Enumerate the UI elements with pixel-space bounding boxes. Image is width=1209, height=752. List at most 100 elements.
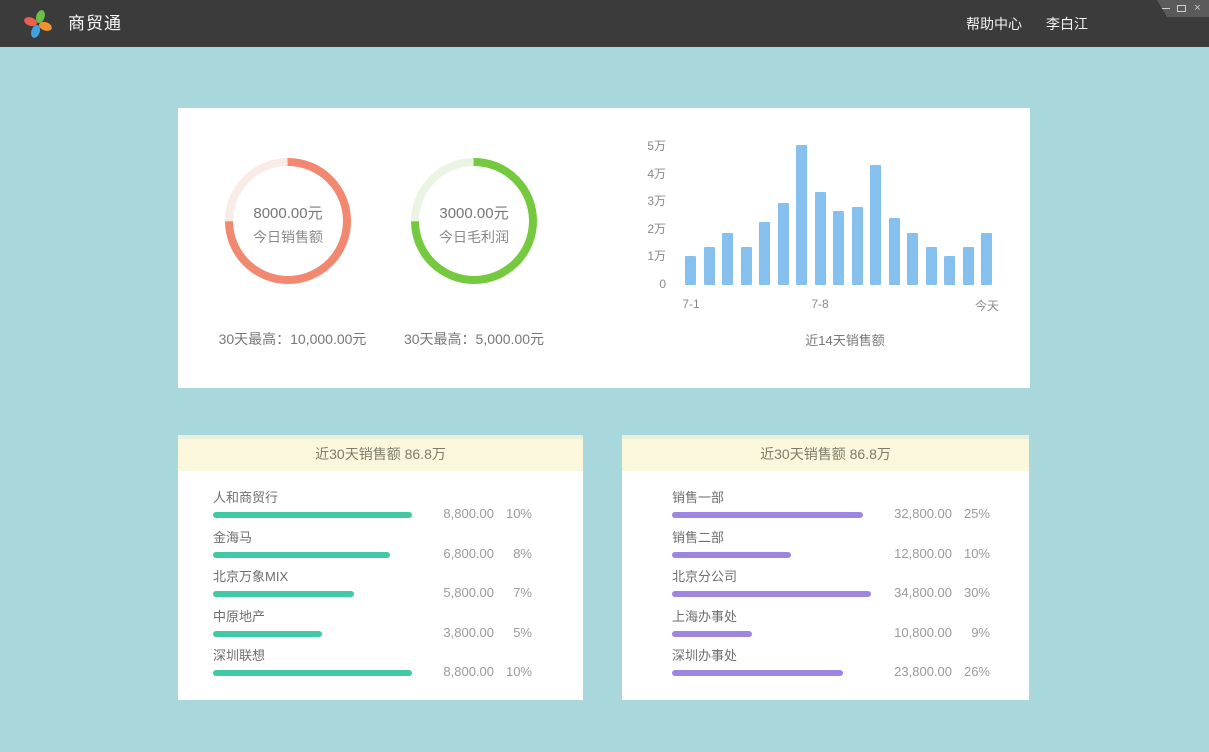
ranking-row: 上海办事处10,800.009% — [672, 609, 990, 649]
y-axis-tick: 0 — [638, 277, 666, 291]
ranking-row-percent: 25% — [952, 506, 990, 521]
ranking-row-label: 人和商贸行 — [213, 490, 532, 506]
user-name-link[interactable]: 李白江 — [1046, 14, 1088, 34]
close-icon[interactable]: × — [1193, 4, 1202, 13]
y-axis-tick: 3万 — [638, 194, 666, 208]
daily-sales-bar — [963, 247, 974, 286]
ranking-row-values: 8,800.0010% — [420, 664, 532, 679]
titlebar-nav: 帮助中心 李白江 — [966, 0, 1088, 47]
ranking-row-percent: 10% — [494, 506, 532, 521]
daily-sales-bar — [926, 247, 937, 286]
ranking-row-amount: 34,800.00 — [878, 585, 952, 600]
department-ranking-title: 近30天销售额 86.8万 — [622, 435, 1029, 471]
ranking-row-label: 金海马 — [213, 530, 532, 546]
ranking-row: 人和商贸行8,800.0010% — [213, 490, 532, 530]
daily-sales-bar — [815, 192, 826, 286]
ranking-row-label: 北京万象MIX — [213, 569, 532, 585]
customer-ranking-rows: 人和商贸行8,800.0010%金海马6,800.008%北京万象MIX5,80… — [178, 471, 583, 688]
ranking-row-bar — [672, 631, 752, 637]
window-controls: × — [1151, 0, 1209, 17]
daily-sales-chart: 5万 4万 3万 2万 1万 0 7-1 7-8 今天 近14天销售额 — [638, 137, 1010, 362]
daily-sales-bar — [944, 256, 955, 285]
y-axis-tick: 4万 — [638, 167, 666, 181]
ranking-row-percent: 9% — [952, 625, 990, 640]
app-title: 商贸通 — [68, 0, 122, 47]
daily-sales-bar — [889, 218, 900, 285]
ranking-row: 中原地产3,800.005% — [213, 609, 532, 649]
y-axis-tick: 2万 — [638, 222, 666, 236]
ranking-row-amount: 6,800.00 — [420, 546, 494, 561]
ranking-row: 金海马6,800.008% — [213, 530, 532, 570]
ranking-row: 销售二部12,800.0010% — [672, 530, 990, 570]
ranking-row-values: 3,800.005% — [420, 625, 532, 640]
ranking-row-values: 23,800.0026% — [878, 664, 990, 679]
help-center-link[interactable]: 帮助中心 — [966, 14, 1022, 34]
overview-card: 8000.00元 今日销售额 30天最高：10,000.00元 3000.00元… — [178, 108, 1030, 388]
ranking-row-label: 北京分公司 — [672, 569, 990, 585]
daily-sales-chart-title: 近14天销售额 — [695, 330, 995, 349]
maximize-icon[interactable] — [1177, 4, 1186, 13]
today-profit-footnote: 30天最高：5,000.00元 — [364, 329, 584, 349]
x-axis-tick: 7-1 — [674, 297, 708, 311]
ranking-row-percent: 26% — [952, 664, 990, 679]
ranking-row-bar — [672, 591, 871, 597]
ranking-row-amount: 8,800.00 — [420, 664, 494, 679]
department-ranking-card: 近30天销售额 86.8万 销售一部32,800.0025%销售二部12,800… — [622, 435, 1029, 700]
daily-sales-bar — [833, 211, 844, 285]
ranking-row-amount: 12,800.00 — [878, 546, 952, 561]
daily-bars — [685, 137, 997, 285]
ranking-row-amount: 5,800.00 — [420, 585, 494, 600]
pinwheel-logo-icon — [22, 8, 54, 40]
ranking-row: 北京万象MIX5,800.007% — [213, 569, 532, 609]
ranking-row-values: 32,800.0025% — [878, 506, 990, 521]
ranking-row-label: 上海办事处 — [672, 609, 990, 625]
y-axis-tick: 5万 — [638, 139, 666, 153]
ranking-row-bar — [213, 552, 390, 558]
today-sales-value: 8000.00元 — [225, 202, 351, 223]
daily-sales-bar — [907, 233, 918, 285]
department-ranking-rows: 销售一部32,800.0025%销售二部12,800.0010%北京分公司34,… — [622, 471, 1029, 688]
ranking-row-bar — [213, 670, 412, 676]
daily-sales-bar — [981, 233, 992, 285]
ranking-row-amount: 10,800.00 — [878, 625, 952, 640]
daily-sales-bar — [778, 203, 789, 286]
ranking-row: 深圳办事处23,800.0026% — [672, 648, 990, 688]
ranking-row-percent: 30% — [952, 585, 990, 600]
ranking-row-values: 5,800.007% — [420, 585, 532, 600]
ranking-row-amount: 32,800.00 — [878, 506, 952, 521]
ranking-row-bar — [672, 512, 863, 518]
ranking-row-bar — [672, 552, 791, 558]
daily-sales-bar — [685, 256, 696, 285]
ranking-row-values: 10,800.009% — [878, 625, 990, 640]
ranking-row: 深圳联想8,800.0010% — [213, 648, 532, 688]
customer-ranking-card: 近30天销售额 86.8万 人和商贸行8,800.0010%金海马6,800.0… — [178, 435, 583, 700]
ranking-row-bar — [213, 512, 412, 518]
ranking-row: 北京分公司34,800.0030% — [672, 569, 990, 609]
ranking-row-label: 深圳办事处 — [672, 648, 990, 664]
ranking-row-label: 销售一部 — [672, 490, 990, 506]
customer-ranking-title: 近30天销售额 86.8万 — [178, 435, 583, 471]
minimize-icon[interactable] — [1161, 4, 1170, 13]
ranking-row-amount: 8,800.00 — [420, 506, 494, 521]
daily-sales-bar — [704, 247, 715, 286]
ranking-row-percent: 7% — [494, 585, 532, 600]
today-sales-label: 今日销售额 — [225, 227, 351, 247]
ranking-row-amount: 23,800.00 — [878, 664, 952, 679]
y-axis-tick: 1万 — [638, 249, 666, 263]
daily-sales-bar — [722, 233, 733, 285]
ranking-row-bar — [213, 631, 322, 637]
ranking-row-percent: 10% — [952, 546, 990, 561]
titlebar: 商贸通 帮助中心 李白江 × — [0, 0, 1209, 47]
ranking-row-percent: 10% — [494, 664, 532, 679]
daily-sales-bar — [852, 207, 863, 285]
ranking-row-percent: 5% — [494, 625, 532, 640]
x-axis-tick: 今天 — [970, 297, 1004, 314]
ranking-row-values: 8,800.0010% — [420, 506, 532, 521]
ranking-row-label: 深圳联想 — [213, 648, 532, 664]
today-profit-donut: 3000.00元 今日毛利润 — [411, 158, 537, 284]
daily-sales-bar — [870, 165, 881, 285]
ranking-row-values: 6,800.008% — [420, 546, 532, 561]
x-axis-tick: 7-8 — [803, 297, 837, 311]
ranking-row-label: 销售二部 — [672, 530, 990, 546]
ranking-row: 销售一部32,800.0025% — [672, 490, 990, 530]
